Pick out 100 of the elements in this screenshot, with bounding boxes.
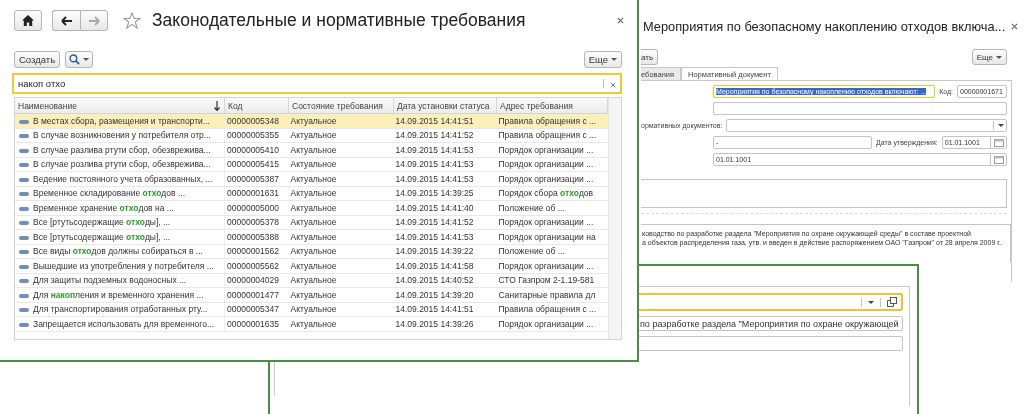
table-cell: Актуальное [290,115,337,126]
table-cell: 00000005347 [227,304,279,315]
column-header[interactable]: Наименование [15,98,225,114]
table-cell: 14.09.2015 14:41:53 [395,159,474,170]
table-row[interactable]: Вышедшие из употребления у потребителя ... 00000005562 Актуальное 14.09.2015 14:41:58 Порядок организации ... [15,258,608,273]
input-field[interactable]: по разработке раздела "Мероприятия по охране окружающей [637,316,903,331]
table-cell: Актуальное [290,231,337,242]
table-cell: 14.09.2015 14:41:53 [395,231,474,242]
table-cell: Актуальное [290,217,337,228]
table-row[interactable]: Для накопления и временного хранения ... 00000001477 Актуальное 14.09.2015 14:39:20 Санитарные правила дл [15,287,608,302]
column-header[interactable]: Код [224,98,289,114]
column-header[interactable]: Состояние требования [288,98,394,114]
toolbar-button[interactable]: ать [641,49,659,65]
table-cell: 00000004029 [227,275,279,286]
table-cell: 14.09.2015 14:39:26 [395,318,474,329]
table-row[interactable]: Временное хранение отходов на ... 00000005000 Актуальное 14.09.2015 14:41:40 Положение об ... [15,200,608,215]
table-cell: 00000005348 [227,115,279,126]
column-header[interactable]: Адрес требования [496,98,608,114]
table-cell: Все виды отходов должны собираться в ... [33,246,203,257]
window-title: Законодательные и нормативные требования [152,10,526,31]
table-cell: Порядок организации ... [498,173,594,184]
table-cell: Все [ртутьсодержащие отходы], ... [33,231,171,242]
table-cell: СТО Газпром 2-1.19-581 [498,275,595,286]
table-row[interactable]: Ведение постоянного учета образованных, ... 00000005387 Актуальное 14.09.2015 14:41:53 Порядок организации ... [15,171,608,186]
table-row[interactable]: В случае розлива ртути сбор, обезврежива... 00000005415 Актуальное 14.09.2015 14:41:53 Порядок организации ... [15,157,608,172]
table-cell: 14.09.2015 14:41:51 [395,304,474,315]
table-cell: Порядок сбора отходов [498,188,594,199]
table-cell: Порядок организации ... [498,318,594,329]
table-cell: Для транспортирования отработанных рту... [33,304,208,315]
table-cell: В случае разлива ртути сбор, обезврежива... [33,144,211,155]
table-cell: 14.09.2015 14:39:22 [395,246,474,257]
table-cell: Актуальное [290,289,337,300]
table-cell: Актуальное [290,318,337,329]
table-cell: Актуальное [290,188,337,199]
table-cell: В случае возникновения у потребителя отр... [33,130,211,141]
table-cell: 14.09.2015 14:39:20 [395,289,474,300]
table-cell: Актуальное [290,130,337,141]
table-cell: 14.09.2015 14:41:53 [395,173,474,184]
table-cell: Актуальное [290,246,337,257]
table-cell: 00000005378 [227,217,279,228]
table-cell: Порядок организации ... [498,159,594,170]
column-header[interactable]: Дата установки статуса [393,98,497,114]
table-cell: Правила обращения с ... [498,304,597,315]
table-cell: 00000005000 [227,202,279,213]
table-cell: Положение об ... [498,246,565,257]
table-cell: 14.09.2015 14:41:52 [395,130,474,141]
table-cell: Все [ртутьсодержащие отходы], ... [33,217,171,228]
table-cell: Временное складирование отходов ... [33,188,185,199]
table-cell: Порядок организации ... [498,217,594,228]
table-row[interactable]: В случае разлива ртути сбор, обезврежива... 00000005410 Актуальное 14.09.2015 14:41:53 Порядок организации ... [15,142,608,157]
more-button[interactable]: Еще [971,49,1007,65]
table-row[interactable]: В случае возникновения у потребителя отр... 00000005355 Актуальное 14.09.2015 14:41:52 Правила обращения с ... [15,128,608,143]
table-cell: Порядок организации на [498,231,596,242]
table-cell: Актуальное [290,144,337,155]
table-cell: 14.09.2015 14:41:40 [395,202,474,213]
table-cell: В случае розлива ртути сбор, обезврежива... [33,159,211,170]
table-cell: 14.09.2015 14:41:52 [395,217,474,228]
table-cell: Санитарные правила дл [498,289,596,300]
table-cell: Актуальное [290,304,337,315]
table-cell: 00000001477 [227,289,279,300]
table-row[interactable]: Для защиты подземных водоносных ... 00000004029 Актуальное 14.09.2015 14:40:52 СТО Газпром 2-1.19-581 [15,273,608,288]
search-field[interactable]: накоп отхо [12,73,622,94]
more-button[interactable]: Еще [583,51,622,68]
table-cell: Порядок организации ... [498,260,594,271]
table-cell: 00000001631 [227,188,279,199]
table-cell: 00000001562 [227,246,279,257]
table-cell: Ведение постоянного учета образованных, ... [33,173,213,184]
table-row[interactable]: Все [ртутьсодержащие отходы], ... 00000005388 Актуальное 14.09.2015 14:41:53 Порядок организации на [15,229,608,244]
table-cell: 00000001635 [227,318,279,329]
table-cell: 14.09.2015 14:39:25 [395,188,474,199]
create-button[interactable]: Создать [14,51,61,68]
window-title: Мероприятия по безопасному накоплению отходов включа... [643,18,1006,34]
table-cell: 00000005355 [227,130,279,141]
table-cell: Для защиты подземных водоносных ... [33,275,187,286]
table-row[interactable]: Все [ртутьсодержащие отходы], ... 00000005378 Актуальное 14.09.2015 14:41:52 Порядок организации ... [15,215,608,230]
table-cell: Временное хранение отходов на ... [33,202,174,213]
table-row[interactable]: Временное складирование отходов ... 00000001631 Актуальное 14.09.2015 14:39:25 Порядок сбора отходов [15,186,608,201]
table-row[interactable]: Запрещается использовать для временного... 00000001635 Актуальное 14.09.2015 14:39:26 Порядок организации ... [15,316,608,331]
table-cell: 14.09.2015 14:41:58 [395,260,474,271]
table-cell: Правила обращения с ... [498,115,597,126]
table-cell: 00000005415 [227,159,279,170]
table-cell: Порядок организации ... [498,144,594,155]
table-cell: 14.09.2015 14:40:52 [395,275,474,286]
table-cell: Для накопления и временного хранения ... [33,289,204,300]
table-cell: Вышедшие из употребления у потребителя ... [33,260,214,271]
table-cell: Актуальное [290,202,337,213]
table-cell: 00000005410 [227,144,279,155]
table-row[interactable]: Все виды отходов должны собираться в ... 00000001562 Актуальное 14.09.2015 14:39:22 Положение об ... [15,244,608,259]
table-cell: Актуальное [290,173,337,184]
table-cell: Правила обращения с ... [498,130,597,141]
table-cell: Актуальное [290,260,337,271]
table-cell: Положение об ... [498,202,565,213]
table-cell: 00000005562 [227,260,279,271]
table-cell: 14.09.2015 14:41:53 [395,144,474,155]
table-cell: Запрещается использовать для временного... [33,318,215,329]
table-row[interactable]: В местах сбора, размещения и транспорти... 00000005348 Актуальное 14.09.2015 14:41:51 Правила обращения с ... [15,113,608,128]
table-cell: 14.09.2015 14:41:51 [395,115,474,126]
table-row[interactable]: Для транспортирования отработанных рту... 00000005347 Актуальное 14.09.2015 14:41:51 Правила обращения с ... [15,302,608,317]
table-cell: В местах сбора, размещения и транспорти... [33,115,210,126]
table-cell: 00000005388 [227,231,279,242]
